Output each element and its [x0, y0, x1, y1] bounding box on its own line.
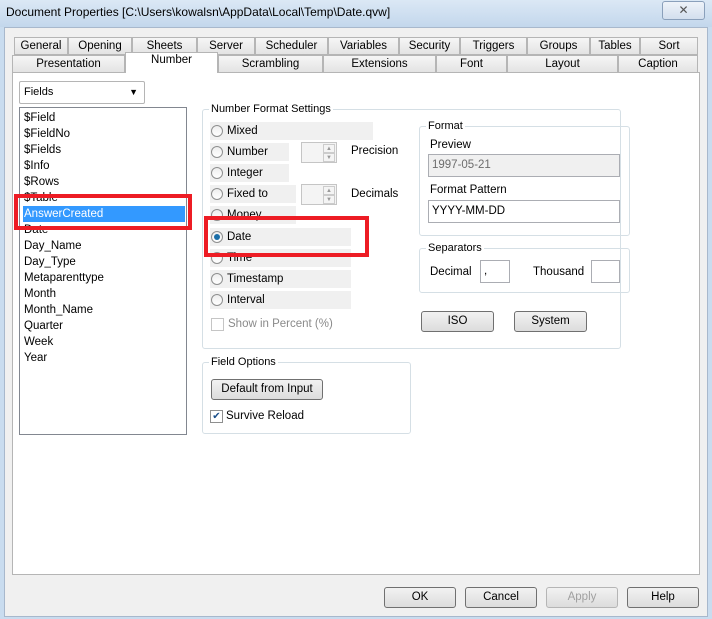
radio-label: Fixed to — [227, 188, 268, 201]
group-title: Number Format Settings — [209, 103, 333, 115]
tab-extensions[interactable]: Extensions — [323, 55, 436, 73]
survive-reload-checkbox[interactable]: ✔ — [210, 410, 223, 423]
highlight-box-date — [204, 216, 369, 257]
radio-indicator — [211, 272, 223, 285]
radio-integer[interactable]: Integer — [210, 164, 289, 183]
show-percent-checkbox[interactable] — [211, 318, 224, 331]
decimals-label: Decimals — [351, 188, 399, 200]
tab-caption[interactable]: Caption — [618, 55, 698, 73]
decimal-label: Decimal — [430, 266, 472, 278]
radio-indicator — [211, 188, 223, 201]
radio-indicator — [211, 146, 223, 159]
survive-reload-label: Survive Reload — [226, 410, 304, 422]
field-list-item[interactable]: Quarter — [23, 318, 185, 334]
radio-timestamp[interactable]: Timestamp — [210, 269, 351, 288]
group-title: Field Options — [209, 356, 278, 368]
tab-number[interactable]: Number — [125, 52, 218, 73]
field-list-item[interactable]: Day_Name — [23, 238, 185, 254]
default-from-input-button[interactable]: Default from Input — [211, 379, 323, 400]
radio-label: Number — [227, 146, 268, 159]
fields-dropdown-value: Fields — [24, 86, 54, 98]
iso-button[interactable]: ISO — [421, 311, 494, 332]
radio-label: Integer — [227, 167, 263, 180]
radio-label: Mixed — [227, 125, 258, 137]
field-list-item[interactable]: $Rows — [23, 174, 185, 190]
field-list-item[interactable]: Month — [23, 286, 185, 302]
radio-fixed-to[interactable]: Fixed to — [210, 185, 296, 204]
tab-font[interactable]: Font — [436, 55, 507, 73]
show-percent-label: Show in Percent (%) — [228, 318, 333, 330]
tab-scheduler[interactable]: Scheduler — [255, 37, 328, 55]
field-list-item[interactable]: Year — [23, 350, 185, 366]
radio-indicator — [211, 167, 223, 180]
field-list-item[interactable]: $FieldNo — [23, 126, 185, 142]
tab-variables[interactable]: Variables — [328, 37, 399, 55]
chevron-down-icon: ▼ — [129, 87, 138, 97]
highlight-box-field — [14, 194, 192, 230]
preview-label: Preview — [430, 139, 471, 151]
system-button[interactable]: System — [514, 311, 587, 332]
field-list-item[interactable]: Metaparenttype — [23, 270, 185, 286]
field-list-item[interactable]: Day_Type — [23, 254, 185, 270]
help-button[interactable]: Help — [627, 587, 699, 608]
thousand-label: Thousand — [533, 266, 585, 278]
tab-groups[interactable]: Groups — [527, 37, 590, 55]
tab-layout[interactable]: Layout — [507, 55, 618, 73]
radio-label: Timestamp — [227, 272, 284, 285]
window-title: Document Properties [C:\Users\kowalsn\Ap… — [6, 5, 391, 19]
format-pattern-label: Format Pattern — [430, 184, 507, 196]
precision-label: Precision — [351, 145, 399, 157]
precision-spinner[interactable]: ▲ ▼ — [301, 142, 337, 163]
ok-button[interactable]: OK — [384, 587, 456, 608]
cancel-button[interactable]: Cancel — [465, 587, 537, 608]
format-pattern-input[interactable]: YYYY-MM-DD — [428, 200, 620, 223]
field-list-item[interactable]: $Fields — [23, 142, 185, 158]
tab-triggers[interactable]: Triggers — [460, 37, 527, 55]
apply-button[interactable]: Apply — [546, 587, 618, 608]
radio-interval[interactable]: Interval — [210, 290, 351, 309]
tab-general[interactable]: General — [14, 37, 68, 55]
tab-opening[interactable]: Opening — [68, 37, 132, 55]
tab-tables[interactable]: Tables — [590, 37, 640, 55]
decimals-spinner[interactable]: ▲ ▼ — [301, 184, 337, 205]
radio-label: Interval — [227, 293, 265, 306]
fields-dropdown[interactable]: Fields ▼ — [19, 81, 145, 104]
radio-indicator — [211, 125, 223, 137]
radio-indicator — [211, 293, 223, 306]
group-title: Separators — [426, 242, 484, 254]
tab-scrambling[interactable]: Scrambling — [218, 55, 323, 73]
tab-sort[interactable]: Sort — [640, 37, 698, 55]
radio-number[interactable]: Number — [210, 143, 289, 162]
decimal-separator-input[interactable]: , — [480, 260, 510, 283]
field-list-item[interactable]: $Info — [23, 158, 185, 174]
close-button[interactable]: ✕ — [662, 1, 705, 20]
thousand-separator-input[interactable] — [591, 260, 620, 283]
field-list[interactable]: $Field $FieldNo $Fields $Info $Rows $Table Ans… — [19, 107, 187, 435]
tab-presentation[interactable]: Presentation — [12, 55, 125, 73]
radio-mixed[interactable]: Mixed — [210, 122, 373, 140]
tab-security[interactable]: Security — [399, 37, 460, 55]
field-list-item[interactable]: Week — [23, 334, 185, 350]
field-list-item[interactable]: $Field — [23, 110, 185, 126]
preview-field: 1997-05-21 — [428, 154, 620, 177]
group-title: Format — [426, 120, 465, 132]
field-list-item[interactable]: Month_Name — [23, 302, 185, 318]
